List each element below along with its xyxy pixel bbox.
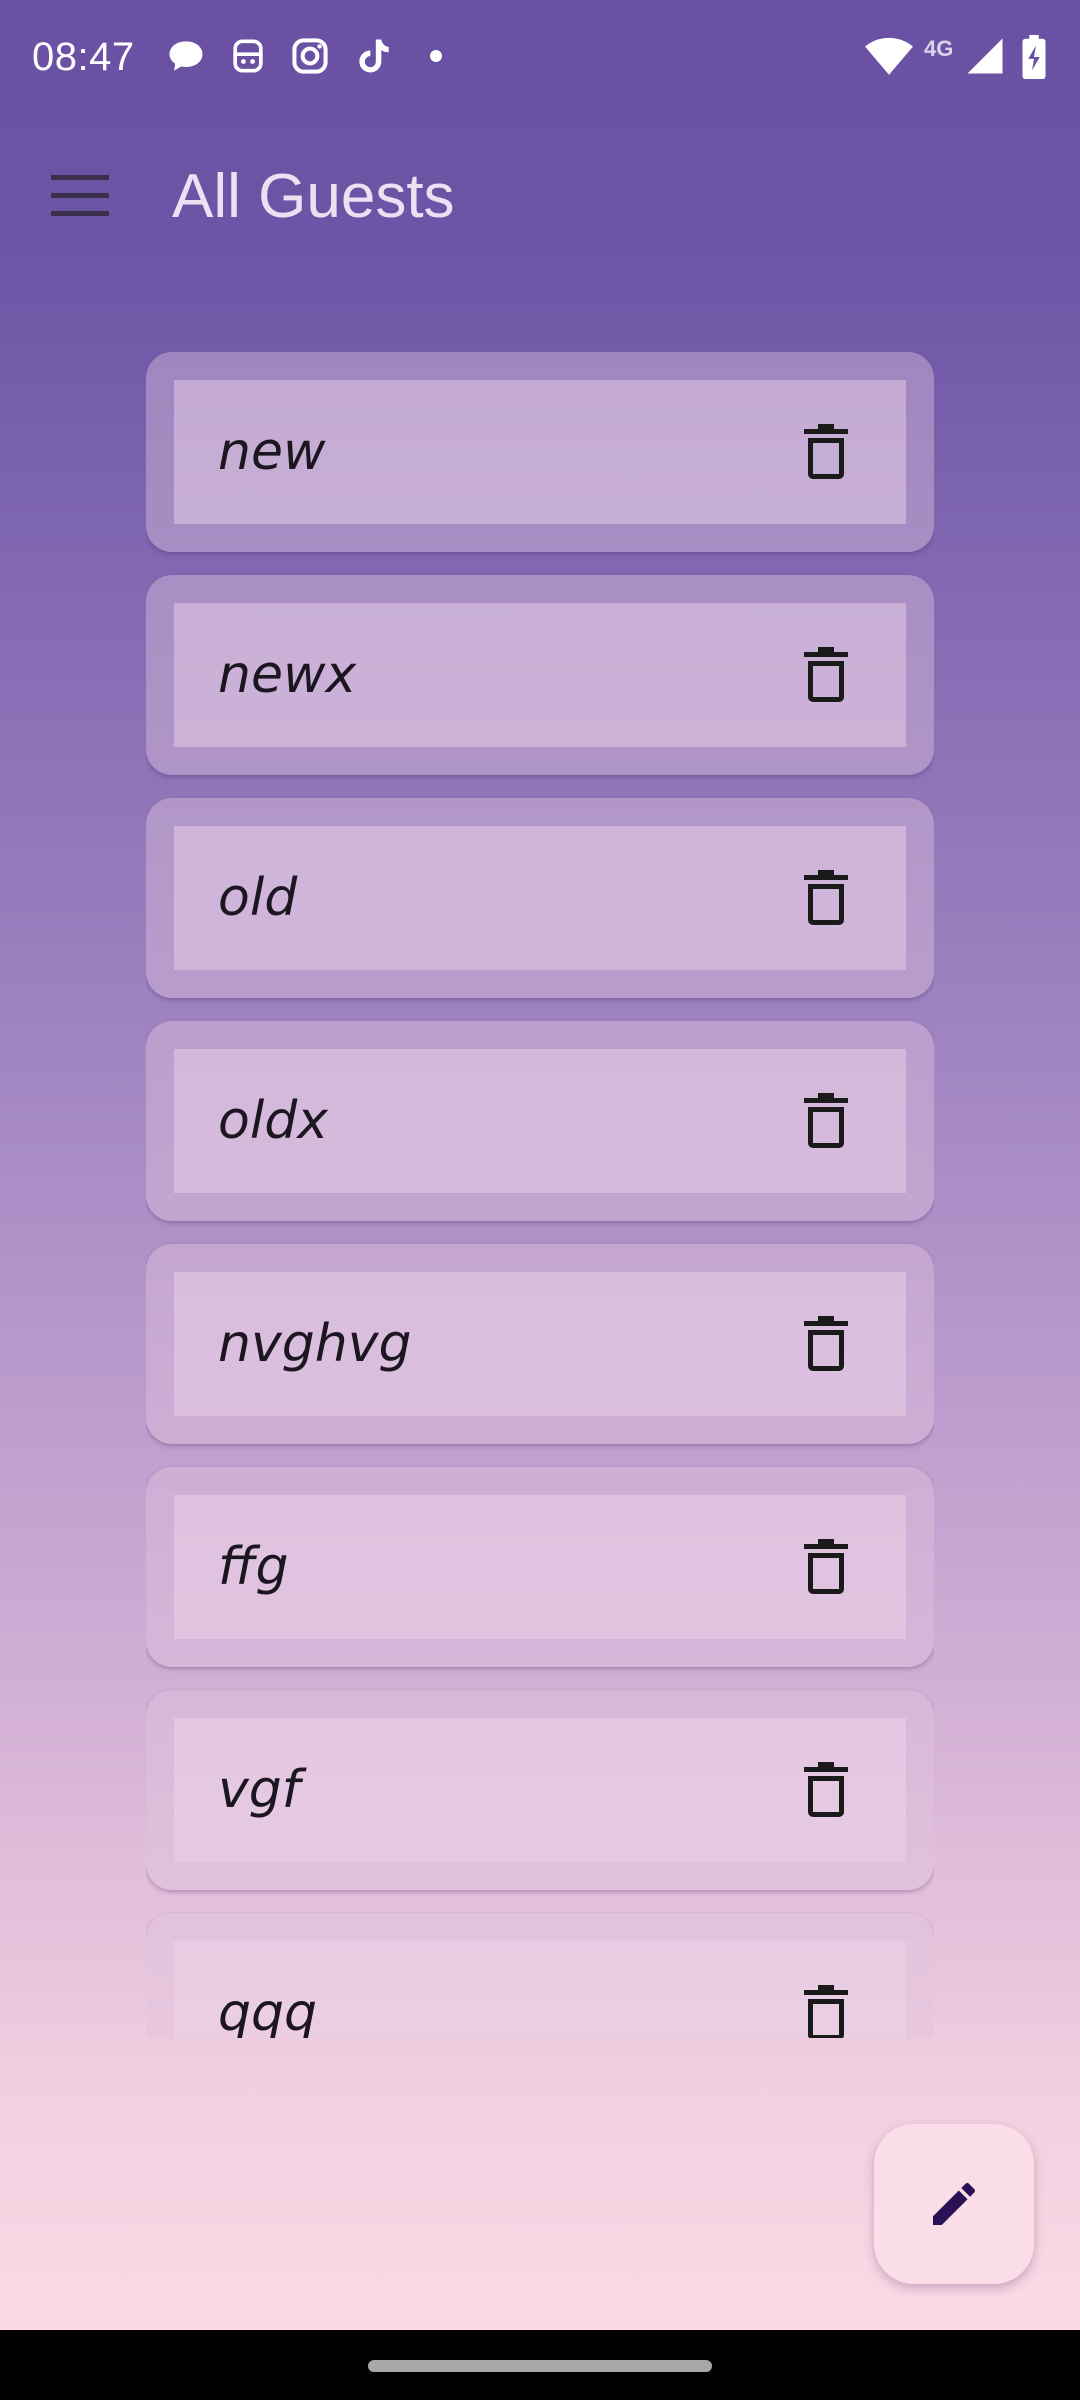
page-title: All Guests — [172, 162, 455, 231]
edit-pencil-icon — [933, 2182, 976, 2225]
guest-row: qqq — [174, 1941, 906, 2038]
status-time: 08:47 — [32, 35, 135, 79]
trash-icon — [804, 1539, 848, 1594]
delete-guest-button[interactable] — [790, 1977, 862, 2038]
delete-guest-button[interactable] — [790, 1308, 862, 1380]
tiktok-icon — [352, 34, 396, 78]
guest-name: ffg — [218, 1537, 289, 1597]
notification-dot — [430, 50, 442, 62]
guest-row: newx — [174, 603, 906, 747]
instagram-icon — [288, 34, 332, 78]
guest-card[interactable]: newx — [146, 575, 934, 775]
signal-icon — [964, 34, 1006, 78]
guest-card[interactable]: oldx — [146, 1021, 934, 1221]
trash-icon — [804, 870, 848, 925]
guest-card[interactable]: qqq — [146, 1913, 934, 2038]
delete-guest-button[interactable] — [790, 1085, 862, 1157]
delete-guest-button[interactable] — [790, 1531, 862, 1603]
guest-name: qqq — [218, 1983, 318, 2038]
guest-name: newx — [218, 645, 357, 705]
guest-name: new — [218, 422, 326, 482]
delete-guest-button[interactable] — [790, 1754, 862, 1826]
hamburger-menu-icon — [51, 175, 109, 216]
navigation-bar — [0, 2330, 1080, 2400]
app-bar: All Guests — [0, 110, 1080, 278]
assistant-icon — [226, 34, 270, 78]
battery-charging-icon — [1018, 34, 1050, 80]
guest-card[interactable]: old — [146, 798, 934, 998]
chat-bubble-icon — [164, 34, 208, 78]
trash-icon — [804, 1093, 848, 1148]
wifi-icon — [864, 34, 914, 78]
network-type-label: 4G — [924, 36, 954, 61]
trash-icon — [804, 1762, 848, 1817]
trash-icon — [804, 1316, 848, 1371]
guest-card[interactable]: vgf — [146, 1690, 934, 1890]
guest-row: oldx — [174, 1049, 906, 1193]
trash-icon — [804, 1985, 848, 2038]
screen: 08:47 4G All Guests new newx old oldx nv… — [0, 0, 1080, 2400]
guest-row: ffg — [174, 1495, 906, 1639]
trash-icon — [804, 647, 848, 702]
guest-row: new — [174, 380, 906, 524]
menu-button[interactable] — [40, 156, 120, 236]
guest-row: nvghvg — [174, 1272, 906, 1416]
guest-row: old — [174, 826, 906, 970]
guest-card[interactable]: ffg — [146, 1467, 934, 1667]
status-bar: 08:47 4G — [0, 0, 1080, 110]
guest-name: vgf — [218, 1760, 301, 1820]
guest-row: vgf — [174, 1718, 906, 1862]
guest-card[interactable]: nvghvg — [146, 1244, 934, 1444]
guest-name: old — [218, 868, 298, 928]
home-gesture-handle[interactable] — [368, 2360, 712, 2372]
edit-fab-button[interactable] — [874, 2124, 1034, 2284]
delete-guest-button[interactable] — [790, 639, 862, 711]
delete-guest-button[interactable] — [790, 862, 862, 934]
trash-icon — [804, 424, 848, 479]
guest-name: nvghvg — [218, 1314, 412, 1374]
guest-card[interactable]: new — [146, 352, 934, 552]
guest-name: oldx — [218, 1091, 329, 1151]
guest-list[interactable]: new newx old oldx nvghvg ffg vgf qqq — [146, 352, 934, 2038]
delete-guest-button[interactable] — [790, 416, 862, 488]
